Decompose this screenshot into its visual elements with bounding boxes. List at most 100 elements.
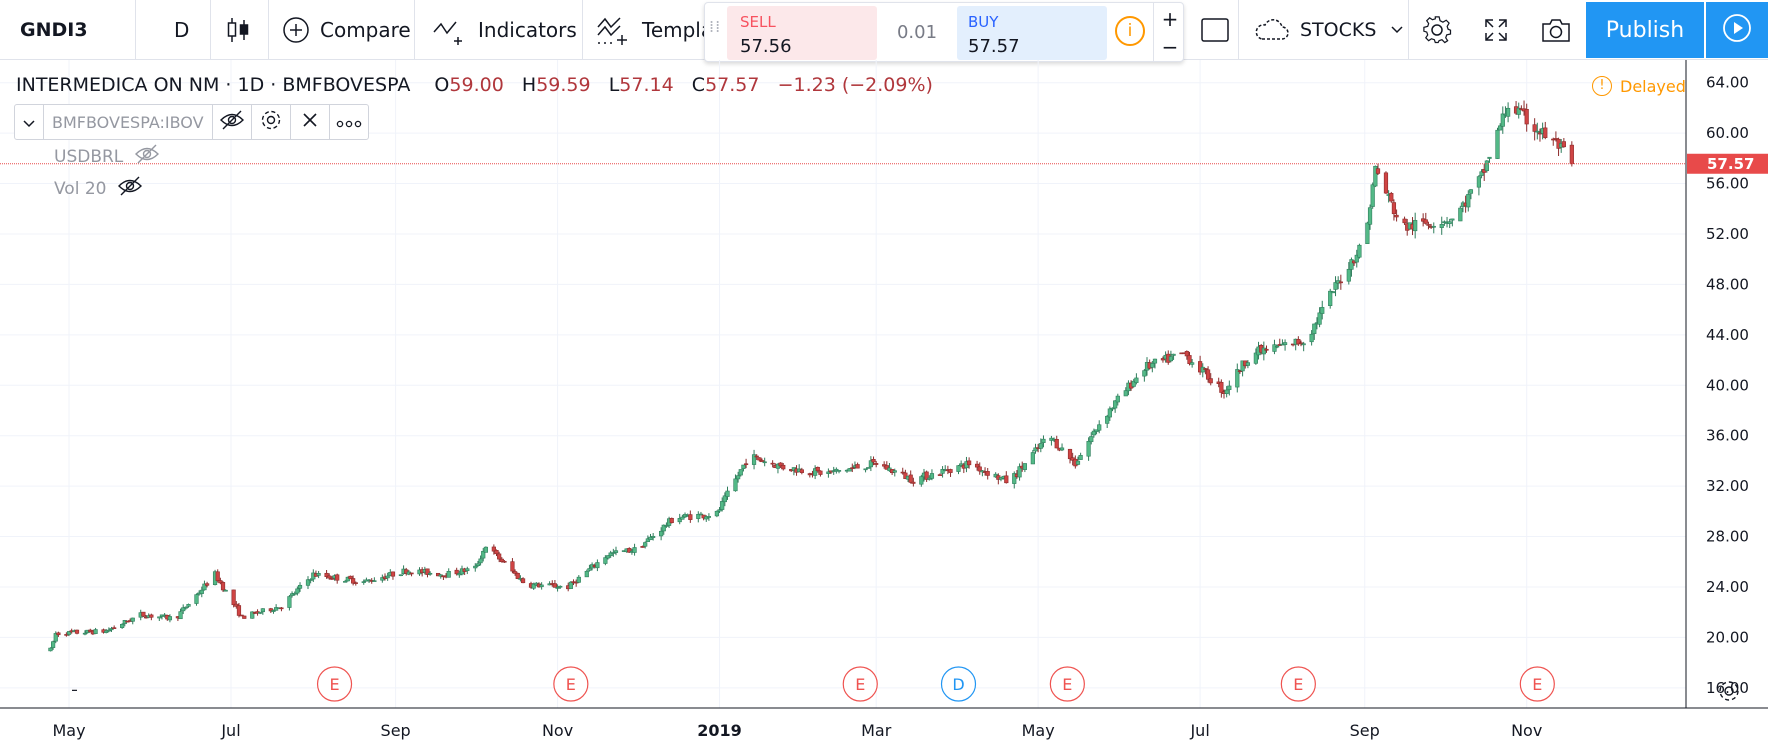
fullscreen-button[interactable] — [1482, 0, 1510, 60]
candle-body — [1134, 377, 1139, 383]
usdbrl-legend[interactable]: USDBRL — [54, 144, 160, 169]
drag-handle-icon[interactable]: ⁞⁞ — [709, 19, 721, 35]
candle-body — [1338, 281, 1343, 284]
candle-body — [1245, 362, 1251, 366]
symbol-search[interactable]: GNDI3 — [20, 0, 88, 60]
candle-body — [781, 464, 786, 470]
volume-label: Vol 20 — [54, 178, 107, 199]
price-chart[interactable]: 16.0020.0024.0028.0032.0036.0040.0044.00… — [0, 60, 1768, 753]
plus-circle-icon — [282, 16, 310, 44]
collapse-button[interactable] — [15, 105, 44, 139]
toolbar-divider — [414, 0, 415, 60]
time-tick-label: May — [52, 721, 85, 740]
candle-body — [584, 570, 589, 578]
snapshot-button[interactable] — [1540, 0, 1572, 60]
candle-body — [643, 542, 648, 547]
price-tick-label: 64.00 — [1706, 74, 1749, 92]
time-tick-label: May — [1022, 721, 1055, 740]
chart-type-button[interactable] — [226, 0, 250, 60]
candle-body — [1067, 448, 1073, 460]
symbol-legend: INTERMEDICA ON NM · 1D · BMFBOVESPA O59.… — [16, 74, 933, 96]
candle-body — [613, 550, 619, 553]
volume-legend[interactable]: Vol 20 — [54, 176, 143, 201]
candle-body — [651, 535, 656, 538]
candle-body — [770, 462, 775, 465]
buy-button[interactable]: BUY 57.57 — [957, 6, 1107, 60]
candle-body — [1208, 378, 1213, 384]
templates-button[interactable]: Templa — [596, 0, 713, 60]
candle-body — [1224, 389, 1229, 394]
candle-body — [603, 557, 608, 564]
candle-body — [1476, 176, 1482, 188]
settings-button[interactable] — [1422, 0, 1452, 60]
quantity-increase-button[interactable]: + — [1157, 6, 1183, 32]
candle-body — [1394, 214, 1399, 218]
candle-body — [937, 474, 943, 476]
candle-body — [220, 582, 226, 591]
candle-body — [818, 470, 823, 475]
publish-button[interactable]: Publish — [1586, 2, 1704, 58]
hide-series-button[interactable] — [213, 105, 252, 139]
candle-body — [1535, 130, 1540, 133]
candle-body — [555, 587, 560, 589]
eye-off-icon[interactable] — [118, 176, 143, 201]
chevron-down-icon — [23, 113, 35, 132]
candle-body — [967, 460, 972, 466]
candle-body — [1272, 344, 1277, 352]
candle-body — [1261, 347, 1266, 355]
candle-body — [743, 463, 749, 466]
candle-body — [1317, 312, 1322, 325]
candle-body — [48, 647, 53, 652]
candle-body — [632, 547, 637, 553]
candle-body — [1413, 220, 1418, 232]
candle-body — [372, 580, 377, 582]
candle-body — [515, 572, 520, 579]
quantity-decrease-button[interactable]: − — [1157, 34, 1183, 60]
candle-body — [1123, 390, 1128, 397]
candle-body — [297, 584, 303, 589]
candle-body — [335, 574, 340, 581]
chevron-down-icon — [1390, 25, 1404, 35]
close-icon — [302, 112, 318, 132]
candle-body — [242, 615, 247, 619]
rectangle-button[interactable] — [1200, 0, 1230, 60]
candle-body — [1041, 438, 1046, 443]
close-value: 57.57 — [705, 74, 760, 96]
info-icon[interactable]: i — [1115, 16, 1145, 46]
more-button[interactable] — [330, 105, 368, 139]
delayed-label: Delayed — [1620, 76, 1686, 96]
candle-body — [1022, 463, 1027, 470]
candle-body — [343, 581, 348, 583]
candle-body — [231, 589, 236, 606]
candle-body — [850, 467, 855, 469]
high-label: H — [521, 74, 537, 96]
candle-body — [1309, 333, 1314, 343]
interval-button[interactable]: D — [174, 0, 189, 60]
delayed-badge[interactable]: ! Delayed — [1592, 76, 1686, 96]
layout-menu-button[interactable]: STOCKS — [1254, 0, 1404, 60]
candle-body — [757, 457, 762, 461]
price-tick-label: 24.00 — [1706, 578, 1749, 596]
candle-body — [428, 572, 433, 575]
indicators-button[interactable]: Indicators — [432, 0, 577, 60]
remove-series-button[interactable] — [291, 105, 330, 139]
candle-body — [1038, 443, 1043, 449]
candle-body — [446, 571, 451, 578]
replay-button[interactable] — [1706, 2, 1768, 58]
compare-button[interactable]: Compare — [282, 0, 411, 60]
eye-off-icon[interactable] — [135, 144, 160, 169]
sell-button[interactable]: SELL 57.56 — [727, 6, 877, 60]
candle-body — [194, 594, 199, 604]
buy-price: 57.57 — [968, 36, 1020, 57]
candle-body — [908, 474, 913, 483]
candle-body — [473, 565, 478, 569]
candle-body — [714, 510, 719, 517]
candle-body — [558, 585, 563, 588]
price-tick-label: 52.00 — [1706, 225, 1749, 243]
series-settings-button[interactable] — [252, 105, 291, 139]
candle-body — [236, 605, 242, 616]
candle-body — [1004, 475, 1009, 484]
candle-body — [120, 623, 125, 628]
close-label: C — [691, 74, 706, 96]
compare-series-legend: BMFBOVESPA:IBOV — [14, 104, 369, 140]
